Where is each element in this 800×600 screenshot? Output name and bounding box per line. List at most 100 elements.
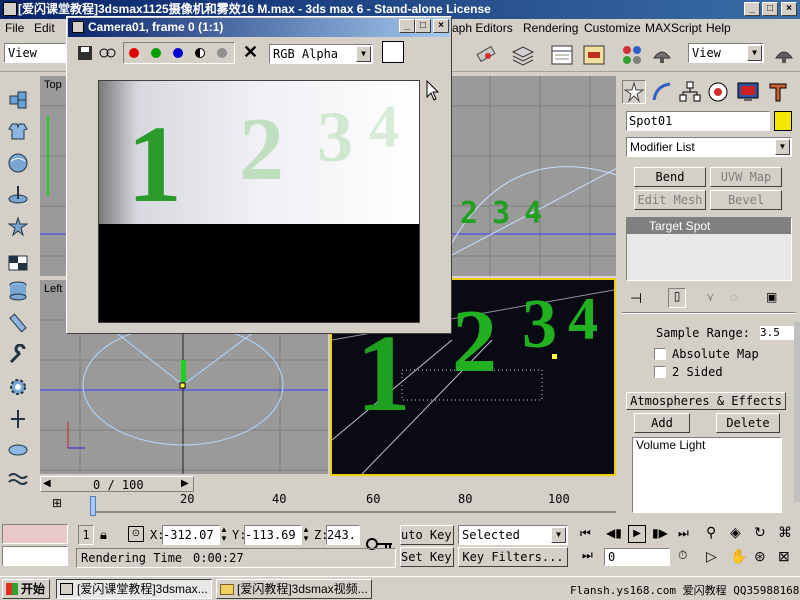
current-frame-field[interactable]: 0	[604, 548, 670, 566]
material-editor-icon[interactable]	[620, 44, 644, 66]
star-icon[interactable]	[7, 216, 29, 238]
save-icon[interactable]	[77, 45, 93, 61]
frame-maximize-button[interactable]: □	[415, 19, 431, 33]
link-icon[interactable]	[474, 44, 498, 66]
time-config-icon[interactable]: ⏱	[678, 548, 687, 563]
pin-icon[interactable]	[7, 408, 29, 430]
time-cursor[interactable]	[90, 496, 96, 516]
key-filters-button[interactable]: Key Filters...	[458, 547, 568, 567]
go-to-start-icon[interactable]: ⏮	[580, 526, 591, 541]
zoom-extents-icon[interactable]: ⌘	[778, 524, 792, 541]
hierarchy-tab-icon[interactable]	[678, 80, 702, 104]
zoom-icon[interactable]: ⚲	[706, 524, 716, 541]
absolute-mode-icon[interactable]: ⊙	[128, 526, 144, 542]
sample-range-field[interactable]: 3.5	[760, 326, 796, 340]
x-spinner[interactable]: ▲ ▼	[220, 525, 230, 545]
trackbar-key-icon[interactable]: ⊞	[52, 496, 70, 512]
display-tab-icon[interactable]	[736, 80, 760, 104]
edit-mesh-button[interactable]: Edit Mesh	[634, 190, 706, 210]
maximize-button[interactable]: □	[762, 2, 778, 16]
key-mode-dropdown[interactable]: Selected ▼	[458, 525, 568, 545]
layers-icon[interactable]	[511, 44, 535, 66]
trackbar[interactable]: ⊞ 0 20 40 60 80 100	[40, 492, 616, 522]
sphere-icon[interactable]	[7, 152, 29, 174]
show-end-result-icon[interactable]: ▯	[668, 288, 686, 308]
wave-icon[interactable]	[7, 468, 29, 490]
app-icon[interactable]	[3, 2, 17, 16]
shirt-icon[interactable]	[7, 120, 29, 142]
mono-channel-icon[interactable]	[195, 48, 205, 58]
cylinder-icon[interactable]	[7, 280, 29, 302]
menu-edit[interactable]: Edit	[34, 21, 55, 35]
bend-button[interactable]: Bend	[634, 167, 706, 187]
frame-minimize-button[interactable]: _	[399, 19, 415, 33]
cloud-icon[interactable]	[7, 438, 29, 460]
frame-window[interactable]: Camera01, frame 0 (1:1) _ □ × ✕ RGB Alph…	[66, 16, 452, 334]
lock-icon[interactable]: 🔒︎	[100, 527, 107, 543]
minimize-button[interactable]: _	[744, 2, 760, 16]
render-scene-icon[interactable]	[650, 44, 674, 66]
maxscript-output-box[interactable]	[2, 546, 68, 566]
color-swatch[interactable]	[382, 41, 404, 63]
quick-render-icon[interactable]	[772, 44, 796, 66]
modifier-stack[interactable]: Target Spot	[626, 217, 792, 281]
y-spinner[interactable]: ▲ ▼	[302, 525, 312, 545]
orbit-icon[interactable]: ↻	[754, 524, 766, 541]
time-slider[interactable]: ◀ 0 / 100 ▶	[40, 476, 194, 492]
menu-file[interactable]: File	[5, 21, 24, 35]
object-name-field[interactable]: Spot01	[626, 111, 770, 131]
gear-icon[interactable]	[7, 376, 29, 398]
pivot-icon[interactable]	[7, 184, 29, 206]
frame-close-button[interactable]: ×	[433, 19, 449, 33]
taskbar-item-3dsmax[interactable]: [爱闪课堂教程]3dsmax...	[56, 579, 212, 599]
green-channel-icon[interactable]	[151, 48, 161, 58]
red-channel-icon[interactable]	[129, 48, 139, 58]
start-button[interactable]: 开始	[2, 579, 50, 599]
effects-list-item[interactable]: Volume Light	[633, 438, 781, 452]
alpha-channel-icon[interactable]	[217, 48, 227, 58]
checker-icon[interactable]	[7, 252, 29, 274]
configure-sets-icon[interactable]: ▣	[766, 290, 784, 306]
two-sided-checkbox[interactable]	[654, 366, 666, 378]
make-unique-icon[interactable]: ⋎	[706, 290, 722, 306]
z-coord-field[interactable]: 243.	[326, 525, 360, 545]
schematic-view-icon[interactable]	[550, 44, 574, 66]
add-effect-button[interactable]: Add	[634, 413, 690, 433]
tube-icon[interactable]	[7, 312, 29, 334]
time-slider-right-arrow[interactable]: ▶	[181, 478, 189, 489]
stack-item-target-spot[interactable]: Target Spot	[627, 218, 791, 234]
atmospheres-rollout-header[interactable]: Atmospheres & Effects	[626, 392, 786, 410]
menu-rendering[interactable]: Rendering	[523, 21, 578, 35]
menu-help[interactable]: Help	[706, 21, 731, 35]
maxscript-listener-box[interactable]	[2, 524, 68, 544]
modifier-list-dropdown[interactable]: Modifier List ▼	[626, 137, 792, 157]
y-coord-field[interactable]: -113.69	[244, 525, 302, 545]
motion-tab-icon[interactable]	[706, 80, 730, 104]
modify-tab-icon[interactable]	[650, 80, 674, 104]
set-key-button[interactable]: Set Key	[400, 547, 454, 567]
object-color-swatch[interactable]	[774, 111, 792, 131]
close-button[interactable]: ×	[781, 2, 797, 16]
previous-frame-icon[interactable]: ◀▮	[606, 526, 622, 540]
menu-graph-editors[interactable]: aph Editors	[452, 21, 513, 35]
remove-modifier-icon[interactable]: ◌	[730, 290, 746, 306]
pin-stack-icon[interactable]: ⊣	[630, 290, 650, 306]
command-panel-scrollbar[interactable]	[794, 322, 800, 502]
clone-icon[interactable]	[99, 45, 117, 61]
effects-list[interactable]: Volume Light	[632, 437, 782, 513]
curve-editor-icon[interactable]	[582, 44, 606, 66]
maximize-viewport-icon[interactable]: ⊠	[778, 548, 790, 565]
clear-icon[interactable]: ✕	[243, 42, 258, 63]
absolute-map-checkbox[interactable]	[654, 348, 666, 360]
zoom-all-icon[interactable]: ◈	[730, 524, 741, 541]
wrench-icon[interactable]	[7, 343, 29, 366]
pan-icon[interactable]: ✋	[730, 548, 747, 565]
reference-coord-dropdown-left[interactable]: View	[4, 43, 66, 63]
go-to-end-icon[interactable]: ⏭	[678, 526, 689, 541]
field-of-view-icon[interactable]: ▷	[706, 548, 717, 565]
blue-channel-icon[interactable]	[173, 48, 183, 58]
key-mode-toggle-icon[interactable]: ⏭	[582, 548, 593, 563]
taskbar-item-folder[interactable]: [爱闪教程]3dsmax视频...	[216, 579, 372, 599]
create-tab-icon[interactable]	[622, 80, 646, 104]
channel-display-dropdown[interactable]: RGB Alpha ▼	[269, 44, 373, 64]
